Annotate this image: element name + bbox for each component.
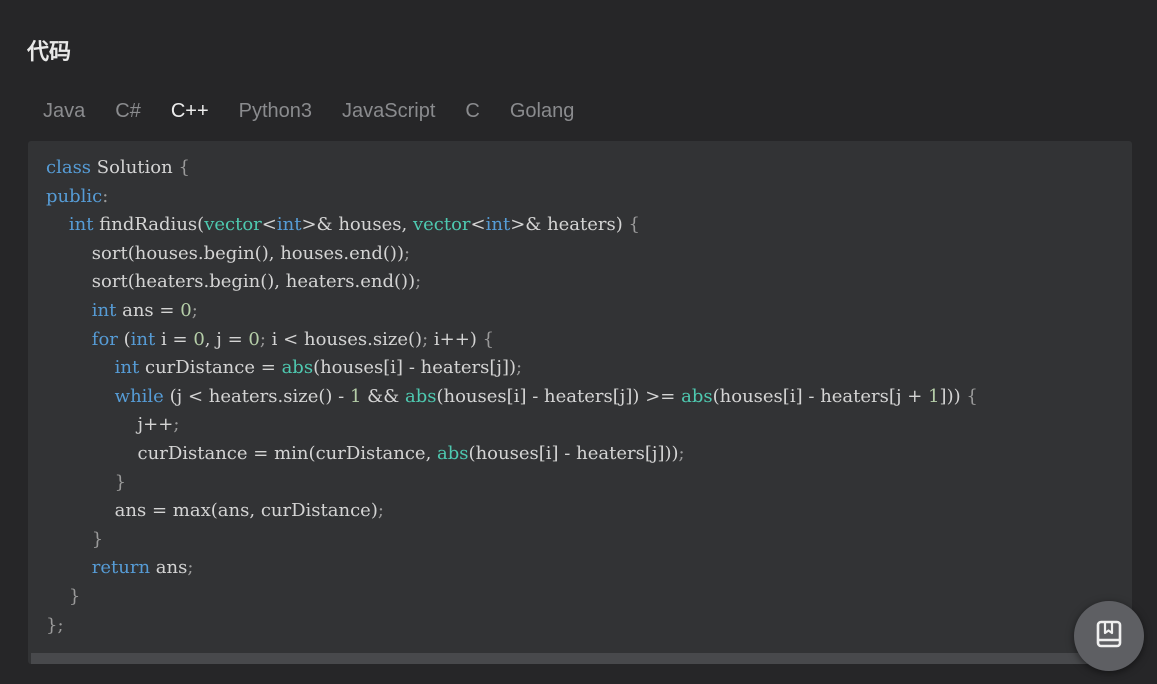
horizontal-scrollbar[interactable] <box>31 653 1132 664</box>
code-line: } <box>114 471 127 493</box>
tab-java[interactable]: Java <box>28 95 100 127</box>
code-block[interactable]: class Solution { public: int findRadius(v… <box>28 141 1132 664</box>
code-content[interactable]: class Solution { public: int findRadius(v… <box>46 154 978 640</box>
book-button[interactable] <box>1074 601 1144 671</box>
tab-cpp[interactable]: C++ <box>156 95 224 127</box>
code-line: } <box>91 528 104 550</box>
code-line: }; <box>46 614 64 636</box>
code-line: curDistance = min(curDistance, abs(house… <box>137 442 685 464</box>
code-line: sort(houses.begin(), houses.end()); <box>91 242 411 264</box>
tab-javascript[interactable]: JavaScript <box>327 95 450 127</box>
code-line: while (j < heaters.size() - 1 && abs(hou… <box>114 385 978 407</box>
code-line: ans = max(ans, curDistance); <box>114 500 384 522</box>
code-line: j++; <box>137 414 180 436</box>
code-line: int ans = 0; <box>91 299 198 321</box>
code-line: int findRadius(vector<int>& houses, vect… <box>68 214 640 236</box>
tab-golang[interactable]: Golang <box>495 95 590 127</box>
tab-csharp[interactable]: C# <box>100 95 156 127</box>
code-line: sort(heaters.begin(), heaters.end()); <box>91 271 422 293</box>
book-icon <box>1096 620 1122 653</box>
code-line: for (int i = 0, j = 0; i < houses.size()… <box>91 328 495 350</box>
code-line: return ans; <box>91 557 194 579</box>
page-title: 代码 <box>27 40 72 65</box>
tab-python3[interactable]: Python3 <box>224 95 327 127</box>
tab-c[interactable]: C <box>450 95 494 127</box>
language-tabs: Java C# C++ Python3 JavaScript C Golang <box>28 95 589 127</box>
code-line: int curDistance = abs(houses[i] - heater… <box>114 357 523 379</box>
scrollbar-thumb[interactable] <box>31 653 1091 664</box>
code-line: class Solution { <box>46 157 190 178</box>
code-line: public: <box>46 185 109 207</box>
code-line: } <box>68 585 81 607</box>
